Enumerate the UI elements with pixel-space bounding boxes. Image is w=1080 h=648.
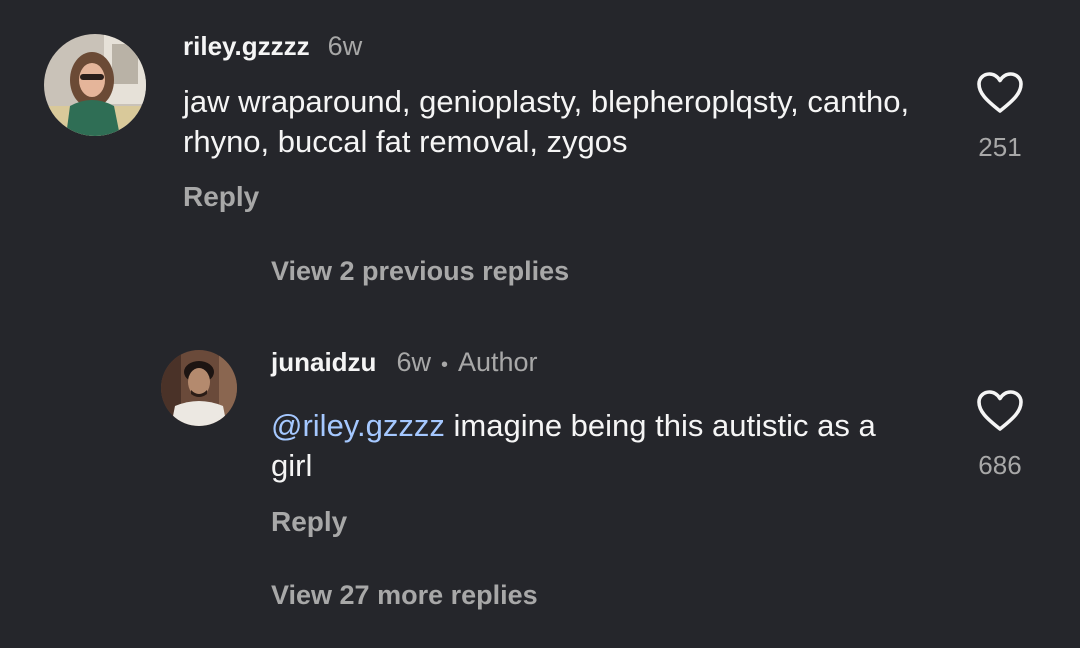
- comment-text: @riley.gzzzz imagine being this autistic…: [271, 406, 911, 486]
- timestamp: 6w: [327, 31, 363, 61]
- comment-header: junaidzu 6w • Author: [271, 347, 538, 378]
- heart-outline-icon: [977, 72, 1023, 113]
- avatar-junaidzu[interactable]: [161, 350, 237, 426]
- reply-button[interactable]: Reply: [271, 506, 347, 538]
- mention-link[interactable]: @riley.gzzzz: [271, 408, 445, 443]
- avatar-riley[interactable]: [44, 34, 146, 136]
- separator-dot: •: [440, 354, 448, 376]
- view-more-replies-link[interactable]: View 27 more replies: [271, 580, 538, 611]
- like-button[interactable]: [976, 389, 1024, 438]
- username[interactable]: riley.gzzzz: [183, 31, 310, 62]
- comment-header: riley.gzzzz 6w: [183, 31, 362, 62]
- reply-button[interactable]: Reply: [183, 181, 259, 213]
- timestamp: 6w: [396, 347, 431, 377]
- profile-photo-icon: [44, 34, 146, 136]
- like-button[interactable]: [976, 71, 1024, 120]
- like-count: 686: [978, 450, 1022, 480]
- view-previous-replies-link[interactable]: View 2 previous replies: [271, 256, 569, 287]
- like-count: 251: [978, 132, 1022, 162]
- comment-text: jaw wraparound, genioplasty, blepheroplq…: [183, 84, 910, 159]
- author-badge: Author: [457, 347, 538, 377]
- heart-outline-icon: [977, 390, 1023, 431]
- username[interactable]: junaidzu: [271, 347, 376, 378]
- profile-photo-icon: [161, 350, 237, 426]
